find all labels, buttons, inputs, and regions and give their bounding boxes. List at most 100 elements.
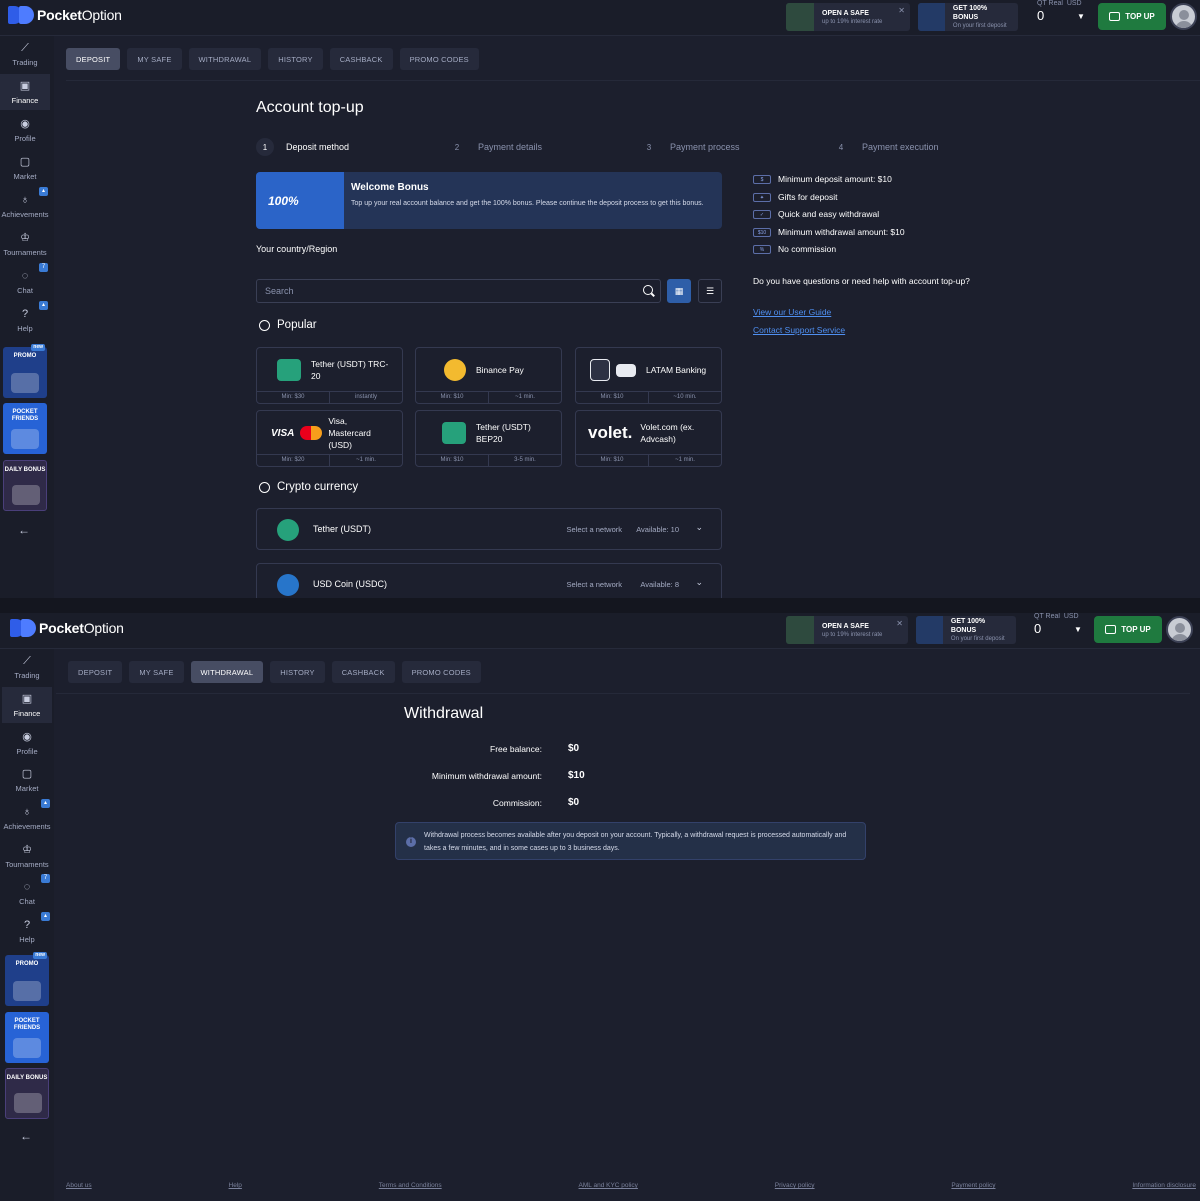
method-latam-banking[interactable]: LATAM Banking Min: $10 ~10 min. (575, 347, 722, 404)
contact-support-link[interactable]: Contact Support Service (753, 325, 845, 335)
method-binance-pay[interactable]: Binance Pay Min: $10 ~1 min. (415, 347, 562, 404)
finance-tabs: DEPOSIT MY SAFE WITHDRAWAL HISTORY CASHB… (68, 661, 481, 683)
avatar[interactable] (1166, 616, 1193, 643)
footer-links: About us Help Terms and Conditions AML a… (66, 1182, 1196, 1189)
bonus-promo[interactable]: GET 100% BONUS On your first deposit (918, 3, 1018, 31)
collapse-arrow-icon[interactable]: ← (20, 1129, 32, 1143)
brand-logo[interactable]: PocketOption (10, 619, 124, 637)
footer-link-disclosure[interactable]: Information disclosure (1132, 1182, 1196, 1189)
open-safe-promo[interactable]: OPEN A SAFE up to 19% interest rate ✕ (786, 3, 910, 31)
sidebar-item-trading[interactable]: ⟋ Trading (0, 36, 50, 72)
method-volet[interactable]: volet. Volet.com (ex. Advcash) Min: $10 ~1… (575, 410, 722, 467)
sidebar-item-help[interactable]: ? Help ▴ (2, 912, 52, 949)
sidebar-item-achievements[interactable]: ♁ Achievements ▴ (0, 187, 50, 224)
crypto-row-usdt[interactable]: Tether (USDT) Select a network Available… (256, 508, 722, 550)
cash-icon: $10 (753, 227, 771, 237)
list-view-icon[interactable]: ☰ (698, 279, 722, 303)
tab-withdrawal[interactable]: WITHDRAWAL (188, 48, 262, 70)
bonus-promo[interactable]: GET 100% BONUS On your first deposit (916, 616, 1016, 644)
tab-deposit[interactable]: DEPOSIT (66, 48, 121, 70)
open-safe-promo[interactable]: OPEN A SAFE up to 19% interest rate ✕ (786, 616, 908, 644)
footer-link-terms[interactable]: Terms and Conditions (379, 1182, 442, 1189)
megaphone-icon (13, 981, 41, 1001)
withdrawal-screen: PocketOption OPEN A SAFE up to 19% intere… (0, 613, 1200, 1201)
daily-bonus-card[interactable]: DAILY BONUS (5, 1068, 49, 1119)
promo-card[interactable]: PROMO new (3, 344, 47, 398)
tab-my-safe[interactable]: MY SAFE (127, 48, 182, 70)
tab-promo-codes[interactable]: PROMO CODES (399, 48, 479, 70)
tab-cashback[interactable]: CASHBACK (329, 48, 393, 70)
chevron-down-icon: ▼ (1074, 625, 1082, 634)
close-icon[interactable]: ✕ (896, 619, 903, 628)
sidebar-item-market[interactable]: ▢ Market (2, 762, 52, 798)
avatar[interactable] (1170, 3, 1197, 30)
sidebar-item-tournaments[interactable]: ♔ Tournaments (0, 226, 50, 262)
daily-bonus-card[interactable]: DAILY BONUS (3, 460, 47, 511)
tab-cashback[interactable]: CASHBACK (331, 661, 395, 683)
mastercard-icon (300, 426, 323, 440)
search-box (256, 279, 661, 303)
sidebar-item-market[interactable]: ▢ Market (0, 150, 50, 186)
close-icon[interactable]: ✕ (898, 6, 905, 15)
trophy-icon: ♔ (20, 232, 30, 244)
finance-tabs: DEPOSIT MY SAFE WITHDRAWAL HISTORY CASHB… (66, 48, 479, 70)
feature-min-withdrawal: $10 Minimum withdrawal amount: $10 (753, 227, 905, 237)
profile-icon: ◉ (22, 731, 32, 743)
user-guide-link[interactable]: View our User Guide (753, 307, 831, 317)
top-up-button[interactable]: TOP UP (1098, 3, 1166, 30)
gift-icon (14, 1093, 42, 1113)
method-visa-mastercard[interactable]: VISA Visa, Mastercard (USD) Min: $20 ~1 mi… (256, 410, 403, 467)
sidebar-item-finance[interactable]: ▣ Finance (0, 74, 50, 110)
sidebar-item-profile[interactable]: ◉ Profile (0, 112, 50, 148)
sidebar-item-achievements[interactable]: ♁ Achievements ▴ (2, 799, 52, 836)
tab-history[interactable]: HISTORY (270, 661, 325, 683)
sidebar-item-finance[interactable]: ▣ Finance (2, 687, 52, 723)
sidebar-item-tournaments[interactable]: ♔ Tournaments (2, 838, 52, 874)
tab-history[interactable]: HISTORY (268, 48, 323, 70)
footer-link-help[interactable]: Help (229, 1182, 242, 1189)
tab-my-safe[interactable]: MY SAFE (129, 661, 184, 683)
chevron-down-icon[interactable]: ⌄ (695, 577, 703, 588)
trophy-icon: ♔ (22, 844, 32, 856)
footer-link-privacy[interactable]: Privacy policy (775, 1182, 815, 1189)
brand-logo[interactable]: PocketOption (8, 6, 122, 24)
collapse-arrow-icon[interactable]: ← (18, 523, 30, 537)
pocket-friends-card[interactable]: POCKET FRIENDS (3, 403, 47, 454)
method-usdt-trc20[interactable]: Tether (USDT) TRC-20 Min: $30 instantly (256, 347, 403, 404)
footer-link-about[interactable]: About us (66, 1182, 92, 1189)
grid-view-icon[interactable]: ▦ (667, 279, 691, 303)
gift-icon (918, 3, 945, 31)
footer-link-aml[interactable]: AML and KYC policy (579, 1182, 638, 1189)
method-usdt-bep20[interactable]: Tether (USDT) BEP20 Min: $10 3-5 min. (415, 410, 562, 467)
footer-link-payment[interactable]: Payment policy (951, 1182, 995, 1189)
logo-icon (8, 6, 34, 24)
tab-deposit[interactable]: DEPOSIT (68, 661, 123, 683)
sidebar-item-profile[interactable]: ◉ Profile (2, 725, 52, 761)
step-payment-execution: 4 Payment execution (838, 142, 939, 152)
sidebar-item-chat[interactable]: ◌ Chat 7 (2, 874, 52, 911)
chevron-down-icon[interactable]: ⌄ (695, 522, 703, 533)
chat-icon: ◌ (23, 881, 31, 893)
search-input[interactable] (257, 280, 660, 302)
pocket-friends-card[interactable]: POCKET FRIENDS (5, 1012, 49, 1063)
sidebar-item-trading[interactable]: ⟋ Trading (2, 649, 52, 685)
account-selector[interactable]: QT Real USD 0 ▼ (1034, 613, 1082, 636)
crypto-icon (259, 481, 270, 493)
bonus-gift-icon: 100% (256, 172, 344, 229)
search-icon[interactable] (643, 285, 653, 295)
tab-promo-codes[interactable]: PROMO CODES (401, 661, 481, 683)
chat-count-badge: 7 (39, 263, 48, 272)
tab-withdrawal[interactable]: WITHDRAWAL (190, 661, 264, 683)
usdc-icon (277, 574, 299, 596)
page-title: Account top-up (256, 99, 364, 116)
sidebar-item-help[interactable]: ? Help ▴ (0, 301, 50, 338)
safe-icon (786, 3, 814, 31)
sidebar-item-chat[interactable]: ◌ Chat 7 (0, 263, 50, 300)
crypto-row-usdc[interactable]: USD Coin (USDC) Select a network Availab… (256, 563, 722, 598)
deposit-screen: PocketOption OPEN A SAFE up to 19% intere… (0, 0, 1200, 598)
top-up-button[interactable]: TOP UP (1094, 616, 1162, 643)
promo-card[interactable]: PROMO new (5, 952, 49, 1006)
gift-icon (12, 485, 40, 505)
account-selector[interactable]: QT Real USD 0 ▼ (1037, 0, 1085, 23)
crypto-heading: Crypto currency (259, 481, 358, 493)
